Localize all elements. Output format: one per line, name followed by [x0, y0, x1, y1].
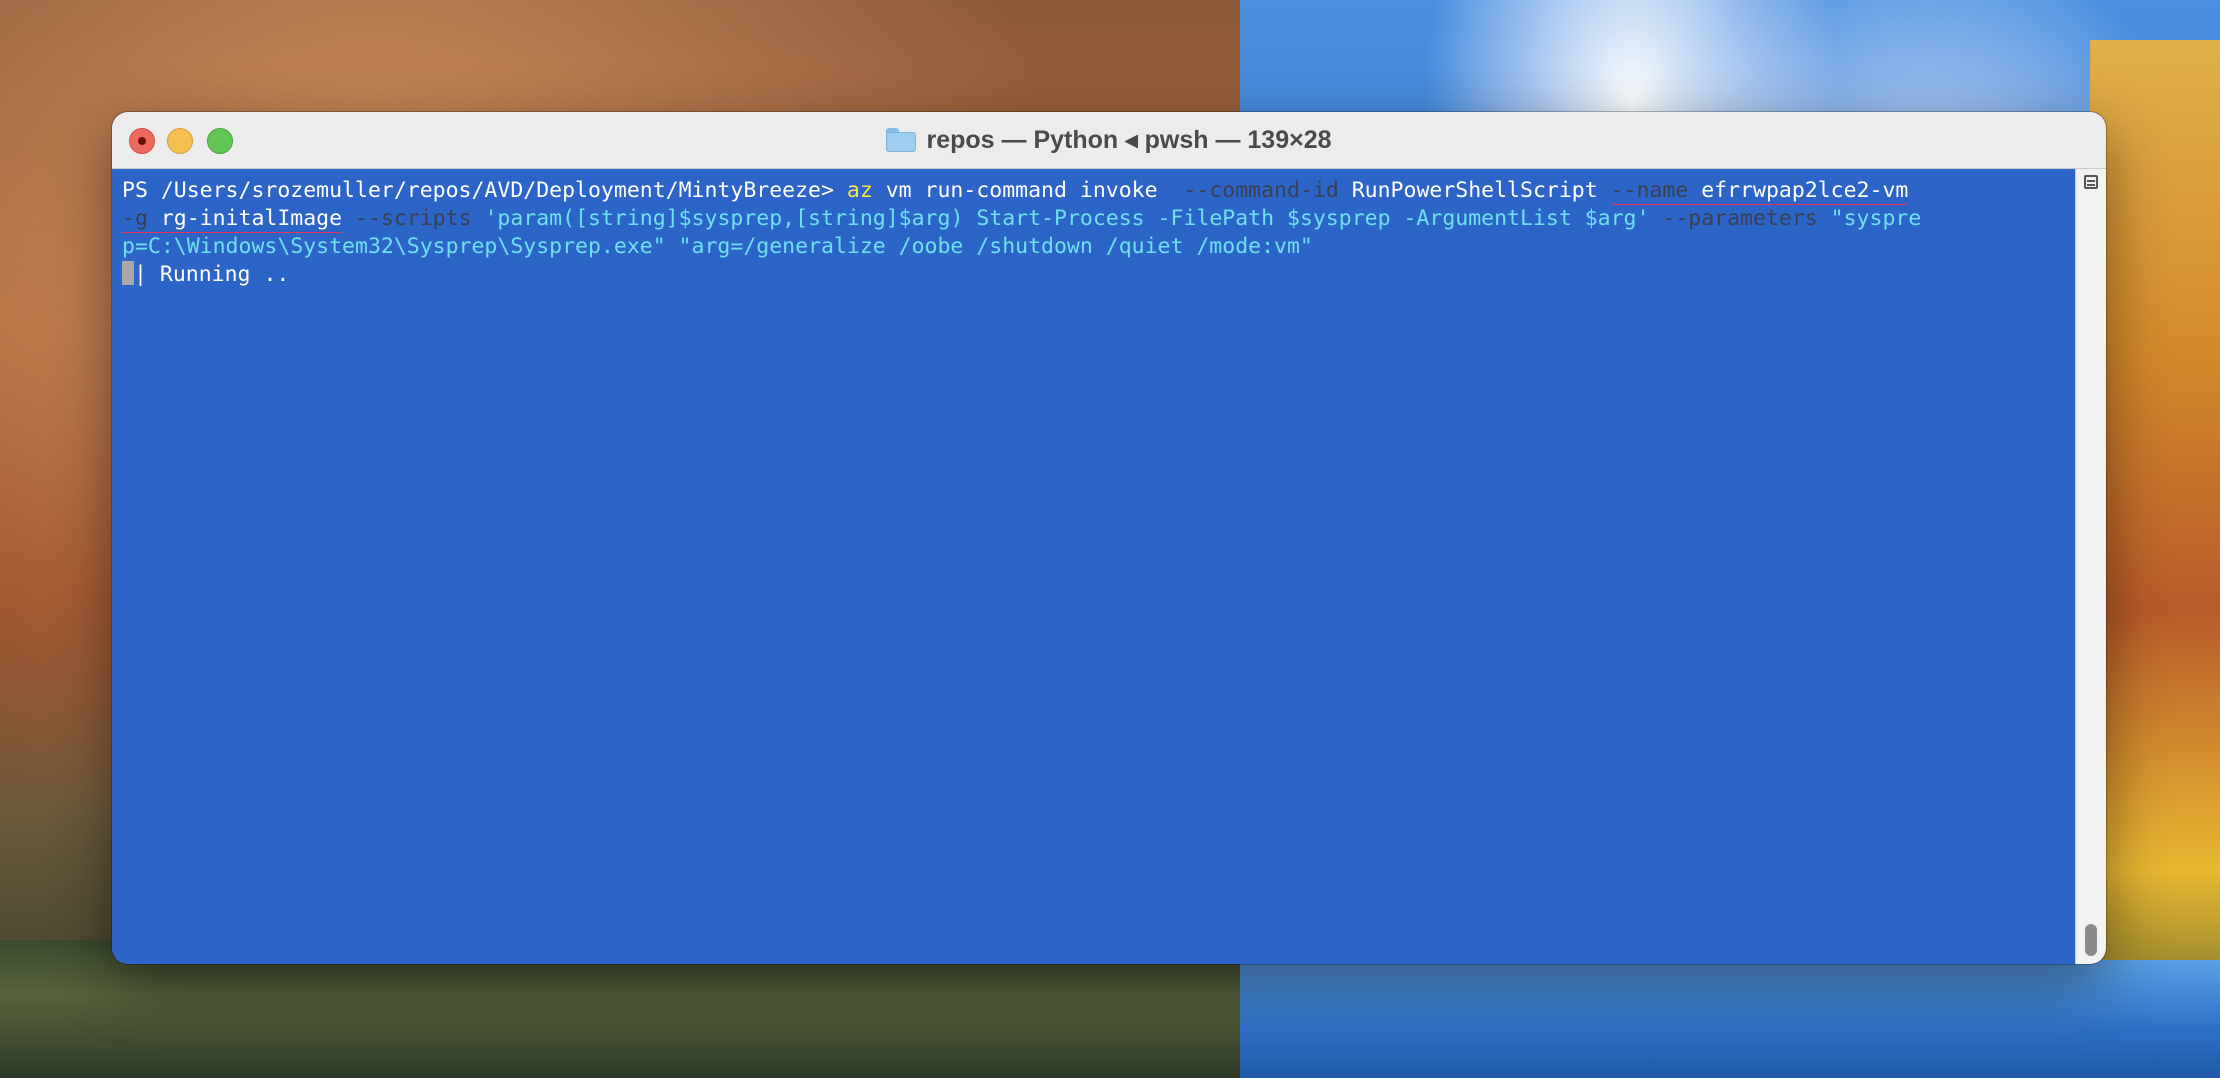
flag-command-id: --command-id — [1183, 178, 1339, 203]
wallpaper-right-rock — [2090, 40, 2220, 1078]
split-pane-icon[interactable] — [2084, 175, 2098, 189]
command-id-value: RunPowerShellScript — [1338, 178, 1611, 203]
command-subcommand: vm run-command invoke — [872, 178, 1184, 203]
command-az: az — [846, 178, 873, 203]
flag-scripts: --scripts — [342, 206, 472, 231]
terminal-line-4: | Running .. — [122, 261, 2066, 289]
title-bar[interactable]: repos — Python ◂ pwsh — 139×28 — [112, 112, 2106, 169]
g-value: rg-initalImage — [147, 206, 343, 233]
terminal-output[interactable]: PS /Users/srozemuller/repos/AVD/Deployme… — [112, 169, 2076, 964]
cursor-block — [122, 261, 134, 285]
running-status: | Running .. — [134, 262, 290, 287]
terminal-line-3: p=C:\Windows\System32\Sysprep\Sysprep.ex… — [122, 233, 2066, 261]
terminal-line-1: PS /Users/srozemuller/repos/AVD/Deployme… — [122, 177, 2066, 205]
shell-prompt: PS /Users/srozemuller/repos/AVD/Deployme… — [122, 178, 847, 203]
vertical-scrollbar[interactable] — [2075, 169, 2106, 964]
wallpaper-water — [1240, 960, 2220, 1078]
parameters-value-start: "syspre — [1817, 206, 1922, 231]
flag-parameters: --parameters — [1649, 206, 1818, 231]
terminal-window: repos — Python ◂ pwsh — 139×28 PS /Users… — [112, 112, 2106, 964]
folder-icon — [886, 128, 917, 152]
flag-name: --name — [1610, 178, 1689, 205]
window-title: repos — Python ◂ pwsh — 139×28 — [926, 126, 1332, 154]
window-title-container: repos — Python ◂ pwsh — 139×28 — [112, 125, 2106, 155]
parameters-value-rest: p=C:\Windows\System32\Sysprep\Sysprep.ex… — [122, 234, 1313, 259]
terminal-line-2: -g rg-initalImage --scripts 'param([stri… — [122, 205, 2066, 233]
flag-g: -g — [122, 206, 148, 233]
name-value: efrrwpap2lce2-vm — [1688, 178, 1909, 205]
scripts-value: 'param([string]$sysprep,[string]$arg) St… — [471, 206, 1650, 231]
scrollbar-thumb[interactable] — [2085, 924, 2097, 956]
